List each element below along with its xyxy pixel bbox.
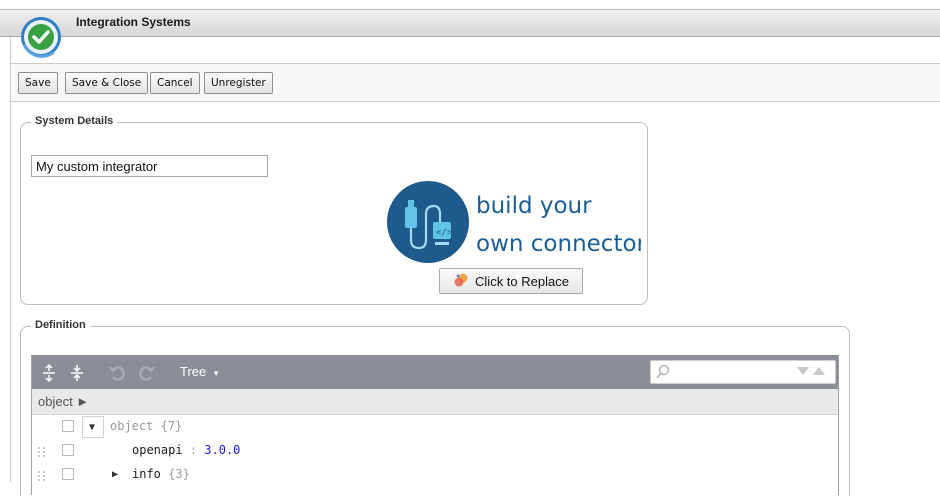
tree-key[interactable]: info — [132, 467, 161, 481]
tree-row: ▶ info {3} — [32, 463, 838, 487]
action-toolbar: Save Save & Close Cancel Unregister — [10, 64, 940, 102]
undo-icon[interactable] — [108, 364, 126, 382]
definition-legend: Definition — [31, 319, 90, 331]
content-area: System Details </> build your own connec… — [10, 102, 940, 496]
search-next-icon[interactable] — [797, 367, 809, 375]
drag-handle-icon[interactable] — [38, 446, 46, 457]
tree-meta: {3} — [168, 467, 190, 481]
json-breadcrumb-bar: object ► — [32, 389, 838, 415]
replace-image-icon — [453, 272, 469, 291]
tree-key: object — [110, 419, 154, 433]
system-details-fieldset: System Details </> build your own connec… — [20, 115, 648, 305]
save-close-button[interactable]: Save & Close — [65, 72, 149, 94]
app-header: Integration Systems — [0, 9, 940, 37]
connector-logo: </> build your own connector — [386, 180, 647, 268]
search-previous-icon[interactable] — [813, 367, 825, 375]
app-logo-check-icon — [18, 14, 64, 60]
replace-button-label: Click to Replace — [475, 273, 569, 289]
context-menu-icon[interactable] — [62, 420, 74, 432]
sub-header-bar — [10, 37, 940, 64]
json-search-input[interactable] — [675, 363, 785, 381]
tree-meta: {7} — [160, 419, 183, 433]
tree-row: openapi : 3.0.0 — [32, 439, 838, 463]
context-menu-icon[interactable] — [62, 444, 74, 456]
app-title: Integration Systems — [76, 15, 191, 29]
unregister-button[interactable]: Unregister — [204, 72, 273, 94]
tree-separator: : — [189, 443, 198, 457]
mode-selector-label: Tree — [180, 364, 207, 379]
system-name-input[interactable] — [31, 155, 268, 177]
collapse-all-icon[interactable] — [68, 364, 86, 382]
logo-text-line2: own connector — [476, 231, 641, 257]
expand-arrow-icon[interactable]: ▶ — [112, 469, 118, 480]
expand-all-icon[interactable] — [40, 364, 58, 382]
context-menu-icon[interactable] — [62, 468, 74, 480]
mode-selector[interactable]: Tree ▾ — [180, 364, 218, 379]
json-editor: Tree ▾ object ► ▼ object {7} openapi: 3… — [31, 355, 839, 495]
definition-fieldset: Definition Tree ▾ object ► ▼ object {7} … — [20, 319, 850, 496]
tree-value[interactable]: 3.0.0 — [204, 443, 240, 457]
search-icon — [655, 364, 671, 383]
svg-text:</>: </> — [436, 228, 453, 238]
json-editor-menu: Tree ▾ — [32, 355, 838, 389]
click-to-replace-button[interactable]: Click to Replace — [439, 268, 583, 294]
logo-text-line1: build your — [476, 193, 592, 219]
drag-handle-icon[interactable] — [38, 470, 46, 481]
json-tree: ▼ object {7} openapi : 3.0.0 ▶ info {3} — [32, 415, 838, 495]
collapse-arrow-icon: ▼ — [89, 422, 96, 433]
json-breadcrumb[interactable]: object ► — [38, 394, 89, 409]
tree-row: ▼ object {7} — [32, 415, 838, 439]
redo-icon[interactable] — [138, 364, 156, 382]
json-search-box[interactable] — [650, 360, 836, 384]
mode-dropdown-icon: ▾ — [213, 368, 219, 378]
save-button[interactable]: Save — [18, 72, 58, 94]
system-details-legend: System Details — [31, 115, 118, 127]
cancel-button[interactable]: Cancel — [150, 72, 200, 94]
tree-key[interactable]: openapi — [132, 443, 183, 457]
expand-toggle[interactable]: ▼ — [82, 416, 104, 438]
